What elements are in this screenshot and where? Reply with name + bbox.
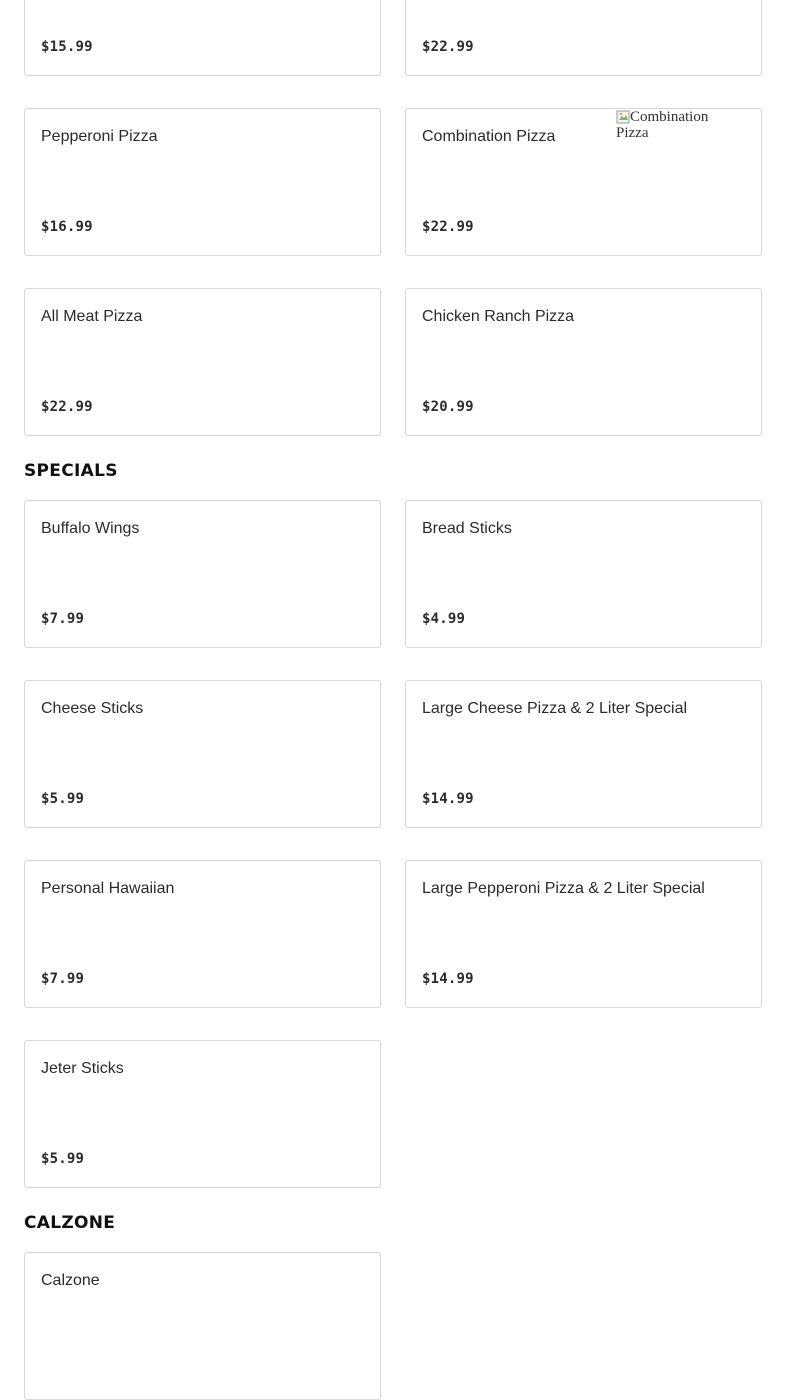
item-price: $7.99 [41, 611, 85, 627]
menu-item-card-bread-sticks[interactable]: Bread Sticks $4.99 [405, 500, 762, 648]
item-price: $7.99 [41, 971, 85, 987]
item-name: Calzone [41, 1272, 100, 1289]
item-price: $15.99 [41, 39, 93, 55]
item-name: Buffalo Wings [41, 520, 140, 537]
item-price: $20.99 [422, 399, 474, 415]
menu-item-card-large-pepperoni-pizza-special[interactable]: Large Pepperoni Pizza & 2 Liter Special … [405, 860, 762, 1008]
menu-item-card-all-meat-pizza[interactable]: All Meat Pizza $22.99 [24, 288, 381, 436]
item-name: Jeter Sticks [41, 1060, 124, 1077]
item-name: Bread Sticks [422, 520, 512, 537]
section-title-specials: SPECIALS [24, 461, 118, 481]
menu-item-card-combination-pizza[interactable]: Combination Pizza Combination Pizza $22.… [405, 108, 762, 256]
item-price: $5.99 [41, 1151, 85, 1167]
item-name: Chicken Ranch Pizza [422, 308, 575, 325]
menu-item-card-calzone[interactable]: Calzone [24, 1252, 381, 1400]
menu-item-card-jeter-sticks[interactable]: Jeter Sticks $5.99 [24, 1040, 381, 1188]
item-price: $22.99 [422, 39, 474, 55]
item-name: Large Pepperoni Pizza & 2 Liter Special [422, 880, 705, 897]
item-price: $16.99 [41, 219, 93, 235]
menu-item-card-buffalo-wings[interactable]: Buffalo Wings $7.99 [24, 500, 381, 648]
menu-item-card[interactable]: $22.99 [405, 0, 762, 76]
item-name: Combination Pizza [422, 128, 556, 145]
menu-item-card[interactable]: $15.99 [24, 0, 381, 76]
menu-item-card-chicken-ranch-pizza[interactable]: Chicken Ranch Pizza $20.99 [405, 288, 762, 436]
item-name: All Meat Pizza [41, 308, 143, 325]
item-price: $22.99 [422, 219, 474, 235]
menu-item-card-large-cheese-pizza-special[interactable]: Large Cheese Pizza & 2 Liter Special $14… [405, 680, 762, 828]
item-name: Personal Hawaiian [41, 880, 175, 897]
item-price: $5.99 [41, 791, 85, 807]
menu-item-card-cheese-sticks[interactable]: Cheese Sticks $5.99 [24, 680, 381, 828]
item-price: $4.99 [422, 611, 466, 627]
item-image-broken: Combination Pizza [616, 109, 736, 141]
menu-item-card-personal-hawaiian[interactable]: Personal Hawaiian $7.99 [24, 860, 381, 1008]
item-name: Large Cheese Pizza & 2 Liter Special [422, 700, 688, 717]
item-name: Cheese Sticks [41, 700, 144, 717]
broken-image-icon [616, 109, 630, 125]
item-price: $14.99 [422, 791, 474, 807]
menu-item-card-pepperoni-pizza[interactable]: Pepperoni Pizza $16.99 [24, 108, 381, 256]
item-name: Pepperoni Pizza [41, 128, 158, 145]
item-price: $22.99 [41, 399, 93, 415]
section-title-calzone: CALZONE [24, 1213, 116, 1233]
item-price: $14.99 [422, 971, 474, 987]
